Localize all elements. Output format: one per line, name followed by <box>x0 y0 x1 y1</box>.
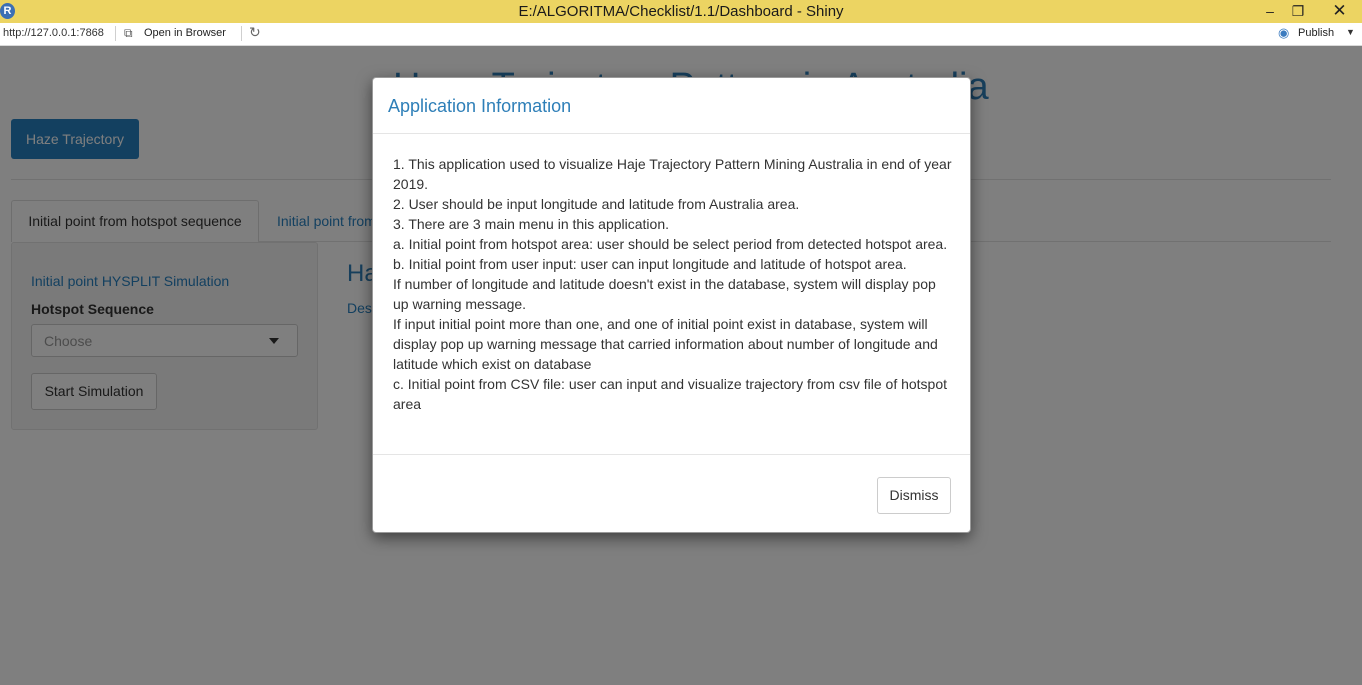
close-icon[interactable]: ✕ <box>1317 0 1362 23</box>
application-info-modal: Application Information 1. This applicat… <box>372 77 971 533</box>
window-titlebar: R E:/ALGORITMA/Checklist/1.1/Dashboard -… <box>0 0 1362 23</box>
publish-button[interactable]: Publish <box>1298 27 1334 39</box>
minimize-icon[interactable]: – <box>1256 0 1284 23</box>
info-line: 2. User should be input longitude and la… <box>393 196 800 212</box>
modal-footer: Dismiss <box>373 454 970 533</box>
restore-icon[interactable]: ❐ <box>1284 0 1312 23</box>
dismiss-button[interactable]: Dismiss <box>877 477 951 514</box>
publish-icon[interactable]: ◉ <box>1278 25 1289 41</box>
info-line: If number of longitude and latitude does… <box>393 276 936 312</box>
info-line: 1. This application used to visualize Ha… <box>393 156 952 192</box>
window-title: E:/ALGORITMA/Checklist/1.1/Dashboard - S… <box>518 3 844 20</box>
modal-header: Application Information <box>373 78 970 134</box>
refresh-icon[interactable]: ↻ <box>249 24 261 41</box>
url-label: http://127.0.0.1:7868 <box>3 27 104 39</box>
info-line: c. Initial point from CSV file: user can… <box>393 376 948 412</box>
chevron-down-icon[interactable]: ▼ <box>1346 27 1355 37</box>
viewer-toolbar: http://127.0.0.1:7868 ⧉ Open in Browser … <box>0 23 1362 46</box>
modal-body: 1. This application used to visualize Ha… <box>393 154 953 414</box>
modal-title: Application Information <box>388 96 572 116</box>
info-line: a. Initial point from hotspot area: user… <box>393 236 948 252</box>
open-in-browser-icon[interactable]: ⧉ <box>124 26 133 41</box>
info-line: b. Initial point from user input: user c… <box>393 256 907 272</box>
open-in-browser-button[interactable]: Open in Browser <box>144 27 226 39</box>
info-line: 3. There are 3 main menu in this applica… <box>393 216 670 232</box>
toolbar-divider <box>241 26 242 41</box>
toolbar-divider <box>115 26 116 41</box>
info-line: If input initial point more than one, an… <box>393 316 938 372</box>
